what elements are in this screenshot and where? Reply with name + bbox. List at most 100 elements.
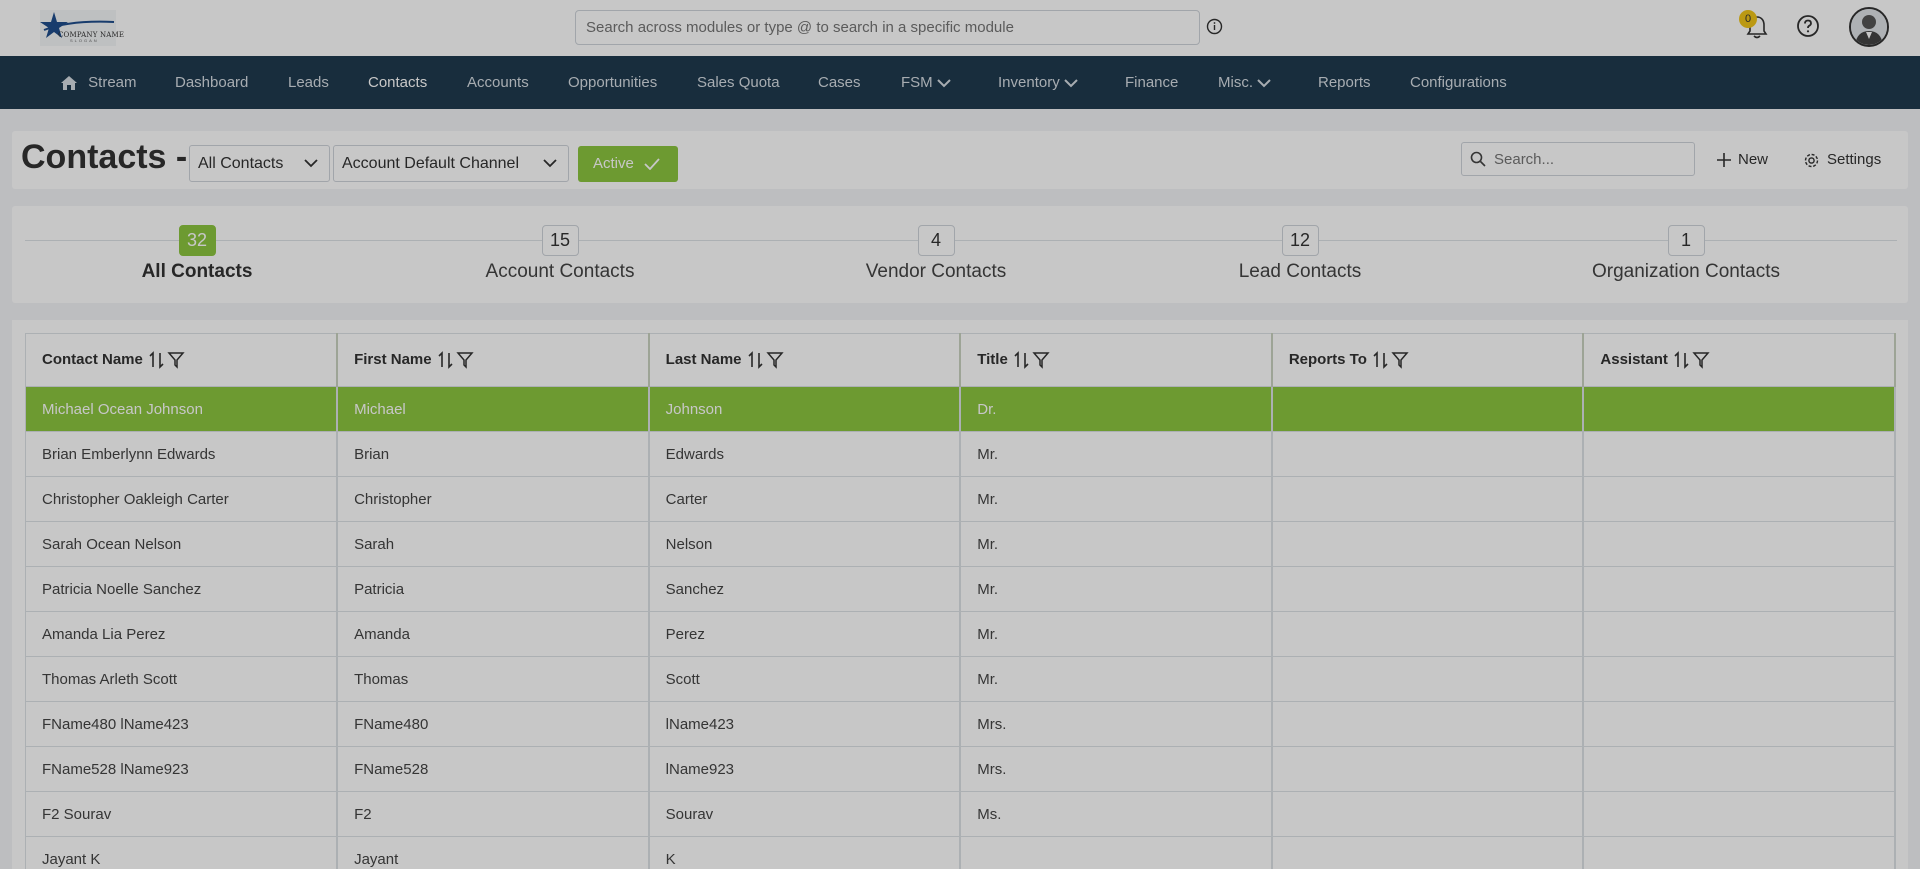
cell-contact-name[interactable]: Jayant K [25,836,339,869]
nav-label: FSM [901,74,933,91]
cell-first-name: Michael [336,386,650,432]
tab-count: 12 [1281,225,1319,256]
table-row[interactable]: Jayant K Jayant K [25,836,1896,869]
column-header-first-name[interactable]: First Name [336,333,650,387]
nav-item-leads[interactable]: Leads [288,56,329,109]
nav-item-finance[interactable]: Finance [1125,56,1178,109]
cell-assistant [1582,791,1896,837]
tab-all-contacts[interactable]: 32 All Contacts [97,225,297,283]
info-icon[interactable] [1206,18,1223,35]
nav-item-misc[interactable]: Misc. [1218,56,1271,109]
tab-label: All Contacts [141,261,253,282]
cell-contact-name[interactable]: Patricia Noelle Sanchez [25,566,339,612]
tab-lead-contacts[interactable]: 12 Lead Contacts [1180,225,1420,283]
cell-contact-name[interactable]: Sarah Ocean Nelson [25,521,339,567]
table-row[interactable]: Brian Emberlynn Edwards Brian Edwards Mr… [25,431,1896,477]
gear-icon [1804,153,1819,168]
tab-label: Vendor Contacts [865,261,1007,282]
help-icon[interactable] [1796,14,1820,38]
cell-contact-name[interactable]: Michael Ocean Johnson [25,386,339,432]
table-row[interactable]: Christopher Oakleigh Carter Christopher … [25,476,1896,522]
nav-item-cases[interactable]: Cases [818,56,861,109]
table-row[interactable]: Michael Ocean Johnson Michael Johnson Dr… [25,386,1896,432]
list-search-input[interactable] [1461,142,1695,176]
sort-filter-icon[interactable] [1373,351,1411,369]
cell-reports-to [1271,656,1585,702]
table-row[interactable]: FName528 lName923 FName528 lName923 Mrs. [25,746,1896,792]
tab-vendor-contacts[interactable]: 4 Vendor Contacts [816,225,1056,283]
global-search-input[interactable] [575,10,1200,45]
settings-button[interactable]: Settings [1803,148,1881,172]
cell-title: Mr. [959,431,1273,477]
cell-title: Ms. [959,791,1273,837]
column-header-title[interactable]: Title [959,333,1273,387]
column-header-assistant[interactable]: Assistant [1582,333,1896,387]
sort-filter-icon[interactable] [1674,351,1712,369]
cell-last-name: K [648,836,962,869]
table-row[interactable]: Thomas Arleth Scott Thomas Scott Mr. [25,656,1896,702]
sort-filter-icon[interactable] [1014,351,1052,369]
cell-contact-name[interactable]: Thomas Arleth Scott [25,656,339,702]
cell-first-name: Amanda [336,611,650,657]
cell-first-name: Jayant [336,836,650,869]
cell-assistant [1582,836,1896,869]
cell-title: Dr. [959,386,1273,432]
tab-count: 1 [1667,225,1705,256]
column-title: Assistant [1600,350,1668,368]
cell-reports-to [1271,746,1585,792]
cell-reports-to [1271,836,1585,869]
nav-item-opportunities[interactable]: Opportunities [568,56,657,109]
channel-select[interactable]: Account Default Channel [333,145,569,182]
table-row[interactable]: Sarah Ocean Nelson Sarah Nelson Mr. [25,521,1896,567]
cell-contact-name[interactable]: FName528 lName923 [25,746,339,792]
column-header-reports-to[interactable]: Reports To [1271,333,1585,387]
nav-label: Misc. [1218,74,1253,91]
nav-item-configurations[interactable]: Configurations [1410,56,1507,109]
nav-item-inventory[interactable]: Inventory [998,56,1078,109]
settings-button-label: Settings [1827,151,1882,168]
cell-title [959,836,1273,869]
column-header-contact-name[interactable]: Contact Name [25,333,339,387]
nav-item-dashboard[interactable]: Dashboard [175,56,248,109]
nav-item-reports[interactable]: Reports [1318,56,1371,109]
cell-last-name: lName423 [648,701,962,747]
cell-last-name: Scott [648,656,962,702]
sort-filter-icon[interactable] [747,351,786,369]
nav-item-sales-quota[interactable]: Sales Quota [697,56,780,109]
cell-reports-to [1271,476,1585,522]
cell-contact-name[interactable]: FName480 lName423 [25,701,339,747]
active-filter-button[interactable]: Active [578,146,678,182]
cell-assistant [1582,521,1896,567]
cell-first-name: Sarah [336,521,650,567]
chevron-down-icon [543,159,557,168]
tab-label: Organization Contacts [1592,261,1780,282]
tab-organization-contacts[interactable]: 1 Organization Contacts [1546,225,1826,283]
cell-contact-name[interactable]: Amanda Lia Perez [25,611,339,657]
nav-item-contacts[interactable]: Contacts [368,56,427,109]
top-bar: COMPANY NAME SLOGAN 0 [0,0,1920,56]
nav-item-fsm[interactable]: FSM [901,56,951,109]
table-row[interactable]: Patricia Noelle Sanchez Patricia Sanchez… [25,566,1896,612]
nav-item-stream[interactable]: Stream [60,56,137,109]
cell-contact-name[interactable]: Brian Emberlynn Edwards [25,431,339,477]
table-row[interactable]: F2 Sourav F2 Sourav Ms. [25,791,1896,837]
new-contact-button[interactable]: New [1716,148,1768,172]
table-row[interactable]: FName480 lName423 FName480 lName423 Mrs. [25,701,1896,747]
column-header-last-name[interactable]: Last Name [648,333,962,387]
cell-last-name: Johnson [648,386,962,432]
cell-contact-name[interactable]: Christopher Oakleigh Carter [25,476,339,522]
cell-contact-name[interactable]: F2 Sourav [25,791,339,837]
sort-filter-icon[interactable] [438,351,476,369]
cell-last-name: Sourav [648,791,962,837]
view-select[interactable]: All Contacts [189,145,330,182]
tab-account-contacts[interactable]: 15 Account Contacts [440,225,680,283]
table-row[interactable]: Amanda Lia Perez Amanda Perez Mr. [25,611,1896,657]
user-avatar[interactable] [1849,7,1889,47]
sort-filter-icon[interactable] [149,351,187,369]
cell-assistant [1582,611,1896,657]
nav-item-accounts[interactable]: Accounts [467,56,529,109]
cell-assistant [1582,431,1896,477]
cell-reports-to [1271,701,1585,747]
company-logo[interactable]: COMPANY NAME SLOGAN [40,10,124,46]
tab-count: 15 [541,225,579,256]
